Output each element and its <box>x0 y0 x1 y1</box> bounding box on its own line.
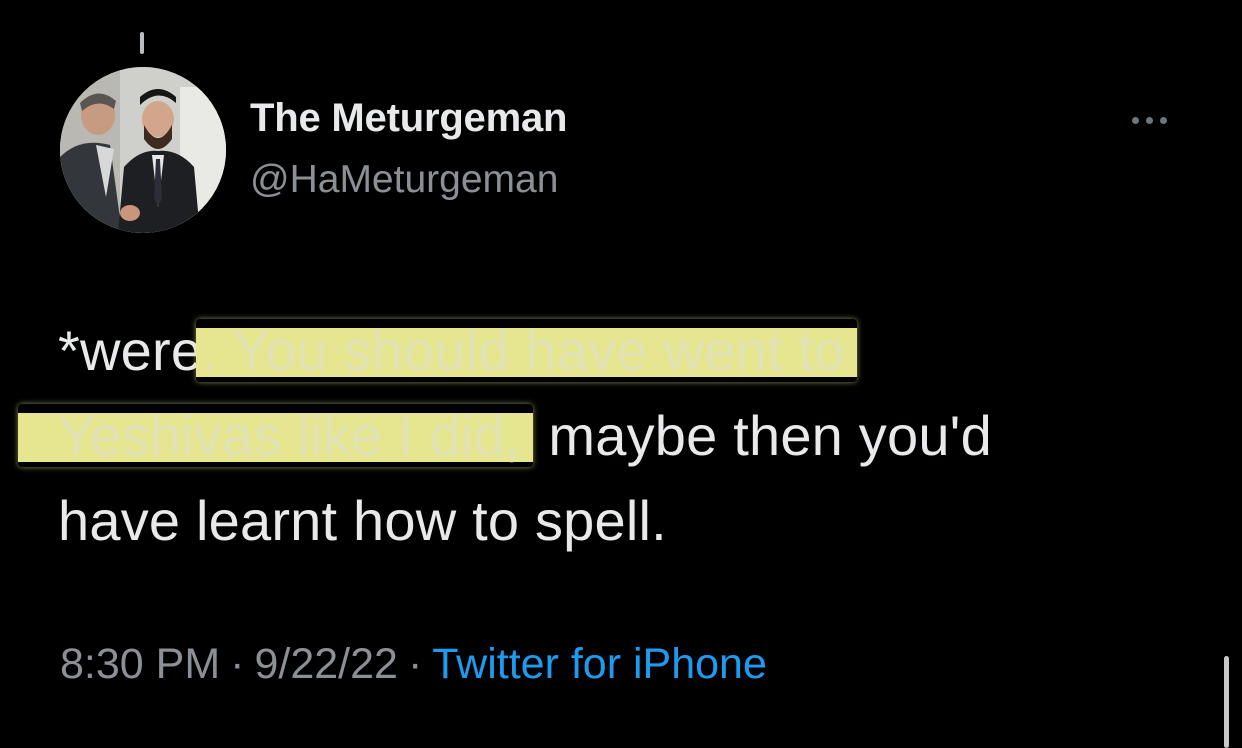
author-handle[interactable]: @HaMeturgeman <box>250 158 558 202</box>
tweet-text-highlight: . You should have went to <box>196 319 858 382</box>
avatar[interactable] <box>60 67 226 233</box>
tweet-source-link[interactable]: Twitter for iPhone <box>432 640 767 688</box>
more-dot <box>1160 116 1167 124</box>
separator: · <box>407 640 423 688</box>
tweet-text-plain: have learnt how to spell. <box>58 489 667 552</box>
tweet-metadata: 8:30 PM · 9/22/22 · Twitter for iPhone <box>60 640 767 689</box>
author-display-name[interactable]: The Meturgeman <box>250 96 567 141</box>
more-dot <box>1132 116 1139 124</box>
thread-connector-line <box>140 32 144 54</box>
tweet-line-2: Yeshivas like I did, maybe then you'd <box>18 393 1198 478</box>
tweet-text-plain: maybe then you'd <box>532 404 992 467</box>
more-options-icon[interactable] <box>1132 110 1182 130</box>
tweet-time: 8:30 PM <box>60 640 221 688</box>
separator: · <box>230 640 245 688</box>
tweet-text-highlight: Yeshivas like I did, <box>18 404 533 467</box>
tweet-line-3: have learnt how to spell. <box>58 478 1198 563</box>
tweet-text-plain: *were <box>58 319 203 382</box>
scrollbar[interactable] <box>1224 656 1229 748</box>
more-dot <box>1146 116 1153 124</box>
tweet-line-1: *were. You should have went to <box>58 308 1198 393</box>
tweet-text: *were. You should have went to Yeshivas … <box>18 308 1198 563</box>
tweet-date: 9/22/22 <box>254 640 398 688</box>
avatar-photo <box>60 67 226 233</box>
